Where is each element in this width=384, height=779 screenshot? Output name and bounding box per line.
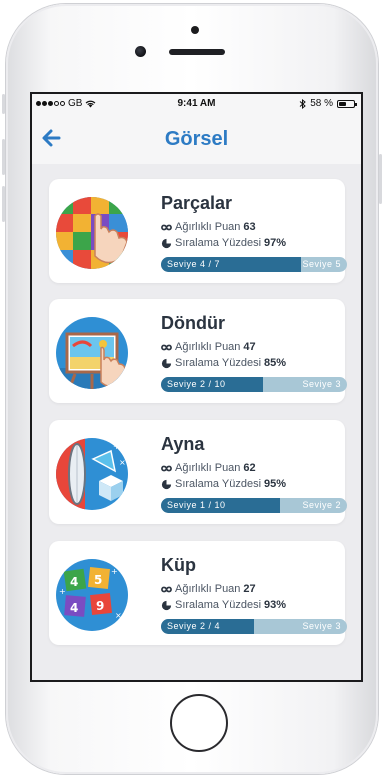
- svg-text:5: 5: [94, 573, 102, 587]
- weighted-score: Ağırlıklı Puan 47: [161, 341, 256, 353]
- camera-dot: [191, 26, 199, 34]
- puzzle-blocks-icon: [56, 197, 128, 269]
- earpiece-speaker: [169, 49, 225, 55]
- battery-icon: [337, 99, 357, 108]
- level-progress-bar: Seviye 2 / 10 Seviye 3: [161, 377, 347, 392]
- svg-text:+: +: [59, 587, 66, 596]
- rank-percent-label: Sıralama Yüzdesi: [175, 599, 262, 611]
- current-level-label: Seviye 1 / 10: [167, 500, 226, 510]
- rank-percent-value: 97%: [264, 237, 287, 249]
- weighted-score: Ağırlıklı Puan 63: [161, 221, 256, 233]
- pie-chart-icon: [161, 237, 172, 248]
- rank-percent-value: 85%: [264, 357, 287, 369]
- svg-text:+: +: [111, 567, 118, 576]
- rank-percent: Sıralama Yüzdesi 97%: [161, 237, 286, 249]
- weighted-score-value: 63: [243, 221, 256, 233]
- current-level-label: Seviye 2 / 4: [167, 621, 221, 631]
- svg-text:+: +: [113, 442, 120, 451]
- power-button: [379, 154, 382, 204]
- mute-switch: [2, 94, 5, 114]
- volume-down-button: [2, 186, 5, 222]
- front-camera: [135, 46, 146, 57]
- volume-up-button: [2, 139, 5, 175]
- infinity-icon: [161, 586, 172, 592]
- rank-percent-label: Sıralama Yüzdesi: [175, 237, 262, 249]
- card-title: Döndür: [161, 313, 225, 333]
- easel-painting-icon: [56, 317, 128, 389]
- weighted-score-label: Ağırlıklı Puan: [175, 341, 241, 353]
- pie-chart-icon: [161, 599, 172, 610]
- rank-percent-value: 95%: [264, 478, 287, 490]
- game-card-ayna[interactable]: + × Ayna Ağırlıklı Puan 62 Sıralama Yüzd…: [49, 420, 347, 524]
- status-bar: GB 9:41 AM 58 %: [32, 94, 361, 114]
- rank-percent: Sıralama Yüzdesi 95%: [161, 478, 286, 490]
- weighted-score-label: Ağırlıklı Puan: [175, 462, 241, 474]
- pie-chart-icon: [161, 478, 172, 489]
- weighted-score: Ağırlıklı Puan 62: [161, 462, 256, 474]
- weighted-score-value: 62: [243, 462, 256, 474]
- card-title: Parçalar: [161, 193, 233, 213]
- current-level-label: Seviye 2 / 10: [167, 379, 226, 389]
- weighted-score-label: Ağırlıklı Puan: [175, 583, 241, 595]
- rank-percent: Sıralama Yüzdesi 93%: [161, 599, 286, 611]
- rank-percent-label: Sıralama Yüzdesi: [175, 478, 262, 490]
- game-card-parcalar[interactable]: Parçalar Ağırlıklı Puan 63 Sıralama Yüzd…: [49, 179, 347, 283]
- pie-chart-icon: [161, 357, 172, 368]
- current-level-label: Seviye 4 / 7: [167, 259, 221, 269]
- level-progress-bar: Seviye 4 / 7 Seviye 5: [161, 257, 347, 272]
- svg-text:×: ×: [119, 458, 126, 467]
- mirror-cube-icon: + ×: [56, 438, 128, 510]
- next-level-label: Seviye 2: [302, 500, 341, 510]
- weighted-score-value: 47: [243, 341, 256, 353]
- next-level-label: Seviye 3: [302, 621, 341, 631]
- next-level-label: Seviye 3: [302, 379, 341, 389]
- rank-percent-value: 93%: [264, 599, 287, 611]
- level-progress-bar: Seviye 1 / 10 Seviye 2: [161, 498, 347, 513]
- status-right: 58 %: [299, 98, 357, 109]
- rank-percent: Sıralama Yüzdesi 85%: [161, 357, 286, 369]
- weighted-score-label: Ağırlıklı Puan: [175, 221, 241, 233]
- bluetooth-icon: [299, 98, 306, 109]
- infinity-icon: [161, 344, 172, 350]
- weighted-score: Ağırlıklı Puan 27: [161, 583, 256, 595]
- svg-text:9: 9: [96, 599, 104, 613]
- level-progress-bar: Seviye 2 / 4 Seviye 3: [161, 619, 347, 634]
- rank-percent-label: Sıralama Yüzdesi: [175, 357, 262, 369]
- page-title: Görsel: [164, 128, 229, 150]
- game-card-dondur[interactable]: Döndür Ağırlıklı Puan 47 Sıralama Yüzdes…: [49, 299, 347, 403]
- home-button[interactable]: [170, 694, 228, 752]
- card-title: Küp: [161, 555, 196, 575]
- card-title: Ayna: [161, 434, 205, 454]
- screen: GB 9:41 AM 58 % Görsel Parçalar Ağırlıkl…: [30, 92, 363, 682]
- infinity-icon: [161, 224, 172, 230]
- svg-text:4: 4: [70, 575, 78, 589]
- svg-text:×: ×: [115, 611, 122, 620]
- svg-text:4: 4: [70, 601, 78, 615]
- number-cubes-icon: 4 5 4 9 + × +: [56, 559, 128, 631]
- infinity-icon: [161, 465, 172, 471]
- weighted-score-value: 27: [243, 583, 256, 595]
- nav-bar: Görsel: [32, 114, 361, 164]
- battery-percent: 58 %: [310, 98, 333, 109]
- game-card-kup[interactable]: 4 5 4 9 + × + Küp Ağırlıklı Puan 27 Sıra…: [49, 541, 347, 645]
- next-level-label: Seviye 5: [302, 259, 341, 269]
